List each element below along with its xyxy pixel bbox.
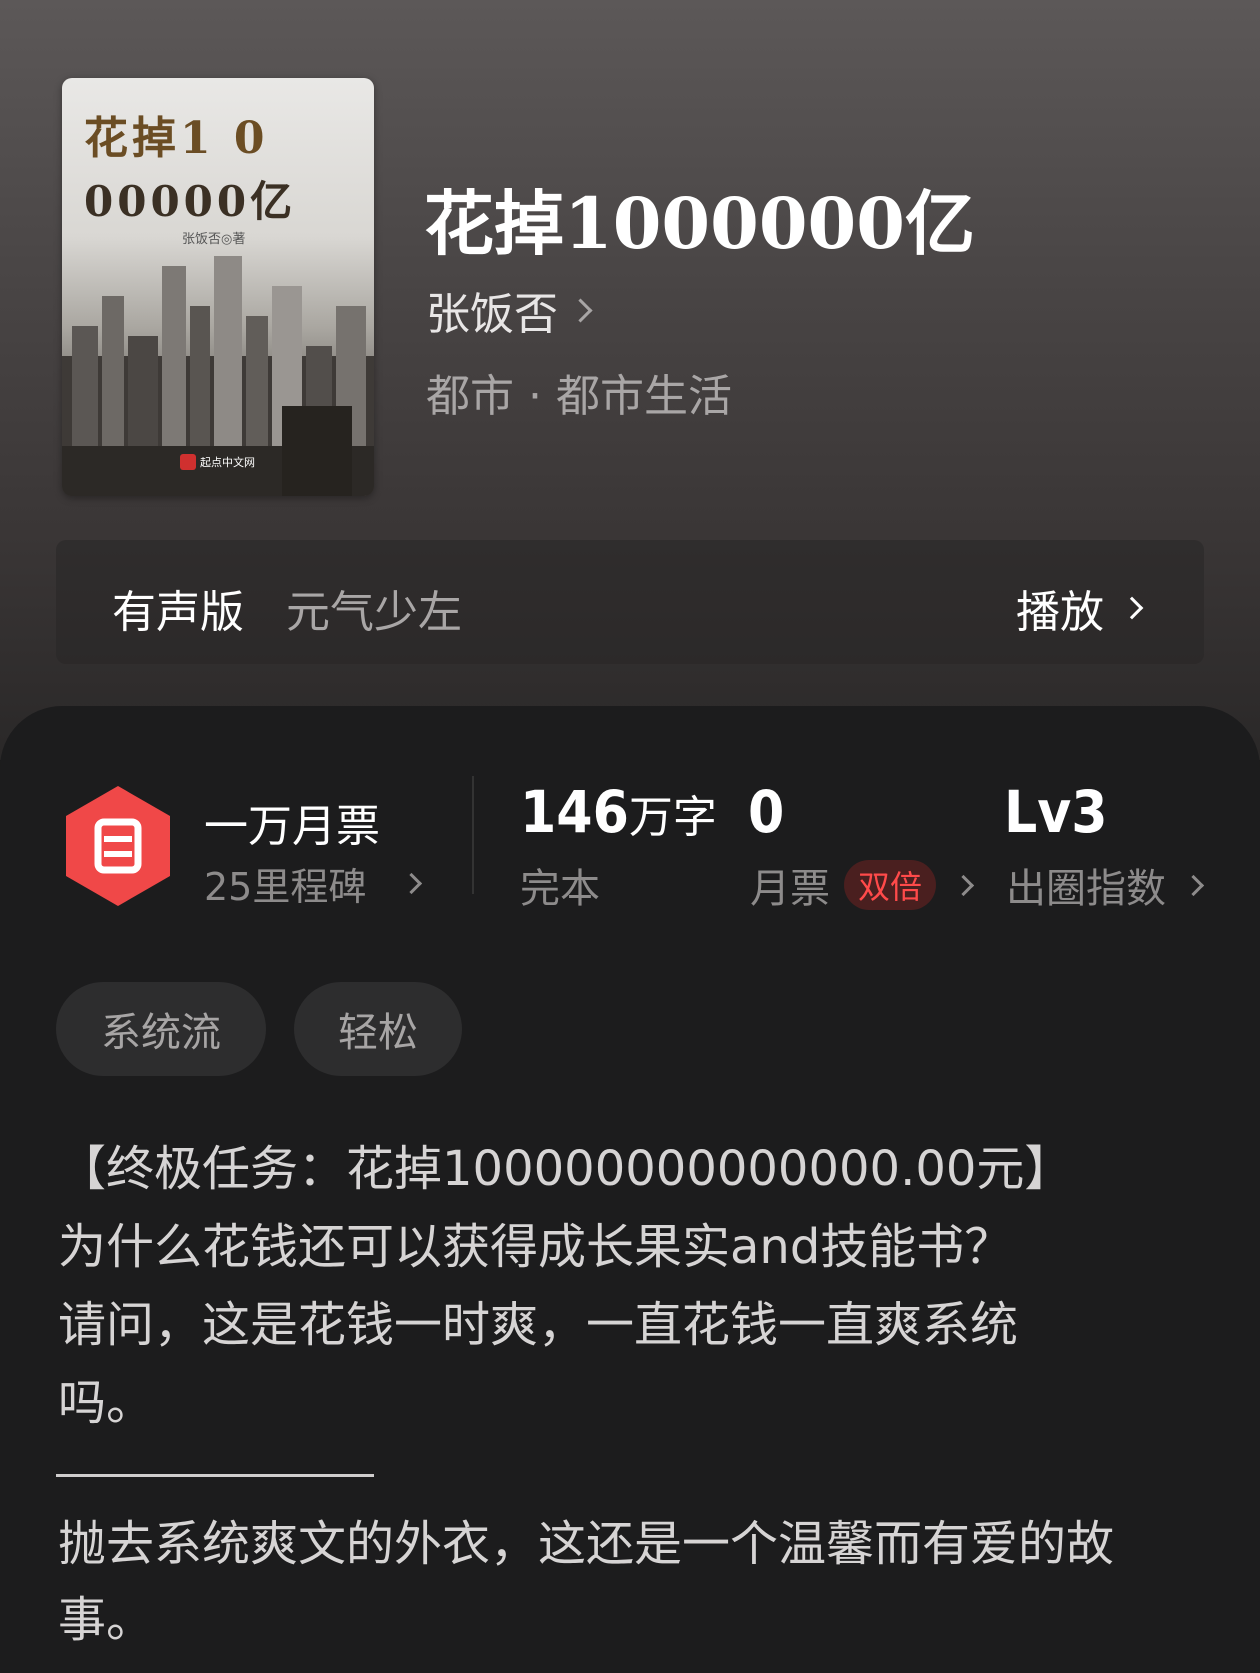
ticket-milestone-link[interactable]: 25里程碑 [204,856,423,911]
play-button[interactable]: 播放 [1016,576,1144,640]
tag-chip[interactable]: 轻松 [294,982,462,1076]
monthly-votes-link[interactable]: 月票 双倍 [750,856,975,914]
popularity-index-label: 出圈指数 [1006,866,1166,912]
author-link[interactable]: 张饭否 [426,278,593,342]
cover-publisher: 起点中文网 [180,454,255,470]
play-label: 播放 [1016,587,1104,638]
publisher-logo-icon [180,454,196,470]
description-line: 【终极任务：花掉100000000000000.00元】 [58,1141,1073,1197]
popularity-level-value: Lv3 [1004,778,1108,846]
monthly-ticket-icon[interactable] [62,784,174,908]
ticket-milestone-title: 一万月票 [204,801,380,852]
chevron-right-icon [1120,596,1144,620]
audio-label: 有声版 [112,587,244,638]
tag-chip[interactable]: 系统流 [56,982,266,1076]
word-count-stat: 146万字 [520,778,717,846]
monthly-votes-label: 月票 [750,866,830,912]
book-cover[interactable]: 花掉1 0 00000亿 张饭否◎著 起点中文网 [62,78,374,496]
book-title: 花掉1000000亿 [424,182,975,265]
audio-version-bar[interactable]: 有声版 元气少左 播放 [56,540,1204,664]
monthly-votes-value: 0 [748,778,785,846]
chevron-right-icon [1182,874,1205,896]
word-count-unit: 万字 [628,792,717,843]
completion-status: 完本 [520,856,600,914]
description-line: 请问，这是花钱一时爽，一直花钱一直爽系统 [58,1297,1019,1353]
cover-publisher-text: 起点中文网 [200,456,255,469]
description-line: 为什么花钱还可以获得成长果实and技能书？ [58,1219,1013,1275]
popularity-index-link[interactable]: 出圈指数 [1006,856,1205,914]
book-detail-panel: 一万月票 25里程碑 146万字 完本 0 月票 双倍 Lv3 出圈指数 系统流… [0,706,1260,1673]
ticket-milestone-sub: 25里程碑 [204,865,367,909]
author-name: 张饭否 [426,289,558,340]
status-text: 完本 [520,866,600,912]
description-line: 吗。 [58,1375,155,1431]
chevron-right-icon [568,297,593,323]
book-description: 【终极任务：花掉100000000000000.00元】 为什么花钱还可以获得成… [58,1130,1208,1442]
word-count-value: 146 [520,778,629,846]
cover-title-line1: 花掉1 0 [84,113,269,164]
cover-title-line2: 00000亿 [84,177,297,226]
chevron-right-icon [952,874,975,896]
genre-text: 都市 · 都市生活 [426,371,732,422]
audio-narrator: 元气少左 [286,587,462,638]
description-divider [56,1474,374,1477]
chevron-right-icon [401,872,423,895]
vertical-divider [472,776,474,894]
double-badge: 双倍 [844,860,937,910]
description-continued: 抛去系统爽文的外衣，这还是一个温馨而有爱的故事。 [58,1516,1115,1648]
